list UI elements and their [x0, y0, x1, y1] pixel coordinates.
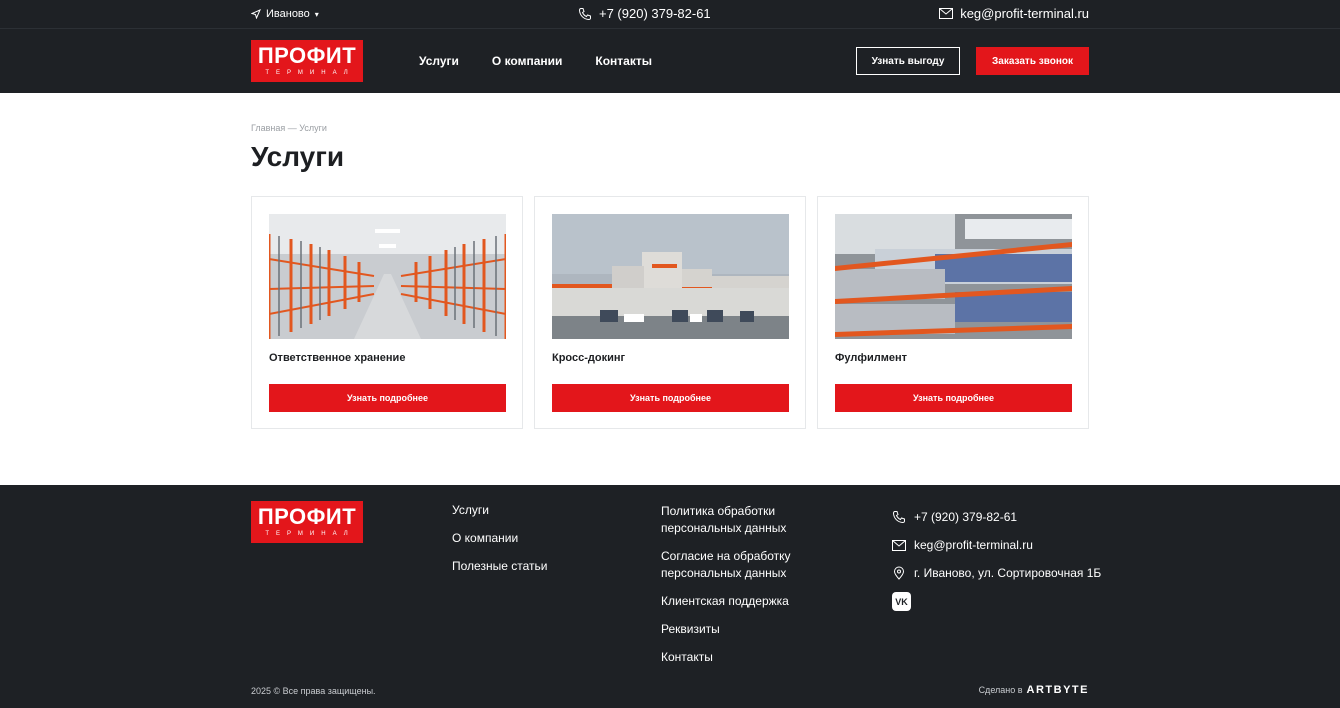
mail-icon: [939, 8, 954, 19]
footer-phone[interactable]: +7 (920) 379-82-61: [892, 503, 1101, 531]
city-label: Иваново: [266, 8, 310, 20]
map-pin-icon: [893, 566, 905, 580]
footer-link-articles[interactable]: Полезные статьи: [452, 559, 547, 587]
link-line: Согласие на обработку: [661, 549, 791, 563]
logo-main-text: ПРОФИТ: [257, 43, 357, 68]
footer-link-support[interactable]: Клиентская поддержка: [661, 593, 791, 610]
phone-icon: [892, 511, 905, 524]
card-title: Фулфилмент: [835, 352, 908, 364]
footer-email[interactable]: keg@profit-terminal.ru: [892, 531, 1101, 559]
footer-link-data-consent[interactable]: Согласие на обработку персональных данны…: [661, 548, 791, 582]
textile-storage-image: [835, 214, 1072, 339]
page-title: Услуги: [251, 141, 345, 172]
service-card-crossdock[interactable]: Кросс-докинг Узнать подробнее: [534, 196, 806, 429]
location-arrow-icon: [251, 9, 261, 19]
footer-link-contacts[interactable]: Контакты: [661, 649, 791, 666]
footer-logo[interactable]: ПРОФИТ ТЕРМИНАЛ: [251, 501, 363, 543]
footer-link-requisites[interactable]: Реквизиты: [661, 621, 791, 638]
logo-main-text: ПРОФИТ: [257, 504, 357, 529]
footer-phone-text: +7 (920) 379-82-61: [914, 510, 1018, 524]
link-line: Политика обработки: [661, 504, 776, 518]
footer: ПРОФИТ ТЕРМИНАЛ Услуги О компании Полезн…: [0, 485, 1340, 708]
footer-nav: Услуги О компании Полезные статьи: [452, 503, 547, 587]
footer-link-privacy-policy[interactable]: Политика обработки персональных данных: [661, 503, 791, 537]
logo-sub-text: ТЕРМИНАЛ: [265, 70, 355, 76]
footer-address-text: г. Иваново, ул. Сортировочная 1Б: [914, 566, 1102, 580]
card-title: Ответственное хранение: [269, 352, 406, 364]
footer-link-services[interactable]: Услуги: [452, 503, 547, 531]
made-by-text: Сделано в: [978, 685, 1023, 695]
header-logo[interactable]: ПРОФИТ ТЕРМИНАЛ: [251, 40, 363, 82]
copyright: 2025 © Все права защищены.: [251, 686, 376, 696]
main-nav: Услуги О компании Контакты: [419, 54, 652, 68]
footer-legal-links: Политика обработки персональных данных С…: [661, 503, 791, 677]
callback-button[interactable]: Заказать звонок: [976, 47, 1089, 75]
logo-sub-text: ТЕРМИНАЛ: [265, 531, 355, 537]
warehouse-racks-image: [269, 214, 506, 339]
learn-more-button[interactable]: Узнать подробнее: [835, 384, 1072, 412]
benefit-button[interactable]: Узнать выгоду: [856, 47, 960, 75]
topbar-email[interactable]: keg@profit-terminal.ru: [939, 6, 1089, 21]
breadcrumb: Главная — Услуги: [251, 123, 327, 133]
service-card-storage[interactable]: Ответственное хранение Узнать подробнее: [251, 196, 523, 429]
mail-icon: [892, 539, 906, 551]
footer-link-about[interactable]: О компании: [452, 531, 547, 559]
nav-item-contacts[interactable]: Контакты: [595, 54, 652, 68]
nav-item-about[interactable]: О компании: [492, 54, 563, 68]
topbar-phone[interactable]: +7 (920) 379-82-61: [578, 6, 711, 21]
footer-email-text: keg@profit-terminal.ru: [914, 538, 1033, 552]
chevron-down-icon: ▾: [314, 9, 319, 19]
city-selector[interactable]: Иваново ▾: [251, 8, 319, 20]
footer-contacts: +7 (920) 379-82-61 keg@profit-terminal.r…: [892, 503, 1101, 587]
made-by[interactable]: Сделано в ARTBYTE: [979, 684, 1089, 696]
link-line: персональных данных: [661, 521, 787, 535]
footer-address: г. Иваново, ул. Сортировочная 1Б: [892, 559, 1101, 587]
phone-icon: [578, 7, 591, 20]
learn-more-button[interactable]: Узнать подробнее: [269, 384, 506, 412]
card-title: Кросс-докинг: [552, 352, 626, 364]
artbyte-logo: ARTBYTE: [1026, 684, 1089, 696]
link-line: персональных данных: [661, 566, 787, 580]
topbar-email-text: keg@profit-terminal.ru: [960, 6, 1089, 21]
vk-icon[interactable]: VK: [892, 592, 911, 611]
main-header: ПРОФИТ ТЕРМИНАЛ Услуги О компании Контак…: [0, 28, 1340, 93]
service-card-fulfillment[interactable]: Фулфилмент Узнать подробнее: [817, 196, 1089, 429]
learn-more-button[interactable]: Узнать подробнее: [552, 384, 789, 412]
terminal-building-image: [552, 214, 789, 339]
topbar-phone-text: +7 (920) 379-82-61: [599, 6, 711, 21]
nav-item-services[interactable]: Услуги: [419, 54, 459, 68]
top-bar: Иваново ▾ +7 (920) 379-82-61 keg@profit-…: [0, 0, 1340, 28]
